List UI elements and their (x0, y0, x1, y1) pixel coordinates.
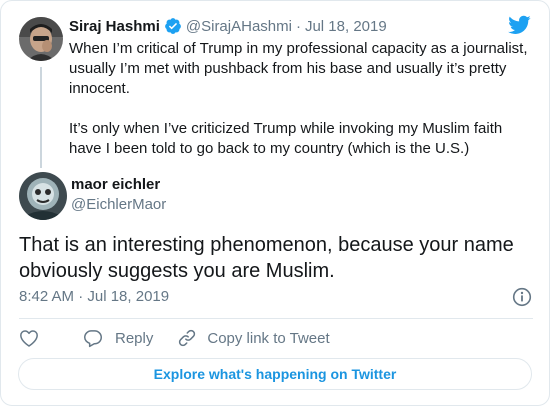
reply-tweet-timestamp[interactable]: 8:42 AM · Jul 18, 2019 (19, 288, 169, 305)
info-icon[interactable] (512, 287, 532, 312)
quoted-tweet-paragraph-1: When I’m critical of Trump in my profess… (69, 40, 528, 97)
quoted-author-avatar[interactable] (19, 17, 63, 61)
quoted-tweet-paragraph-2: It’s only when I’ve criticized Trump whi… (69, 120, 503, 157)
heart-icon (19, 328, 51, 348)
reply-author-name[interactable]: maor eichler (71, 176, 160, 193)
reply-bubble-icon (83, 328, 103, 348)
twitter-bird-icon[interactable] (507, 15, 531, 40)
reply-label: Reply (115, 329, 154, 347)
quoted-author-name[interactable]: Siraj Hashmi (69, 18, 160, 35)
link-icon (177, 328, 197, 348)
reply-button[interactable]: Reply (83, 328, 153, 348)
quoted-author-handle[interactable]: @SirajAHashmi (186, 18, 292, 35)
quoted-tweet-header: Siraj Hashmi @SirajAHashmi · Jul 18, 201… (69, 16, 387, 36)
like-button[interactable] (19, 328, 51, 348)
explore-twitter-button[interactable]: Explore what's happening on Twitter (18, 358, 532, 390)
verified-badge-icon (164, 17, 182, 35)
reply-author-avatar[interactable] (19, 172, 67, 220)
copy-link-button[interactable]: Copy link to Tweet (177, 328, 330, 348)
action-divider (19, 318, 533, 319)
quoted-tweet-date[interactable]: Jul 18, 2019 (305, 18, 387, 35)
tweet-actions-bar: Reply Copy link to Tweet (19, 328, 330, 348)
reply-tweet-text: That is an interesting phenomenon, becau… (19, 234, 514, 282)
copy-link-label: Copy link to Tweet (207, 329, 330, 347)
reply-author-handle[interactable]: @EichlerMaor (71, 196, 166, 213)
header-separator: · (295, 17, 301, 35)
thread-connector-line (40, 67, 42, 168)
tweet-embed-card: Siraj Hashmi @SirajAHashmi · Jul 18, 201… (0, 0, 550, 406)
quoted-tweet-text: When I’m critical of Trump in my profess… (69, 39, 531, 159)
